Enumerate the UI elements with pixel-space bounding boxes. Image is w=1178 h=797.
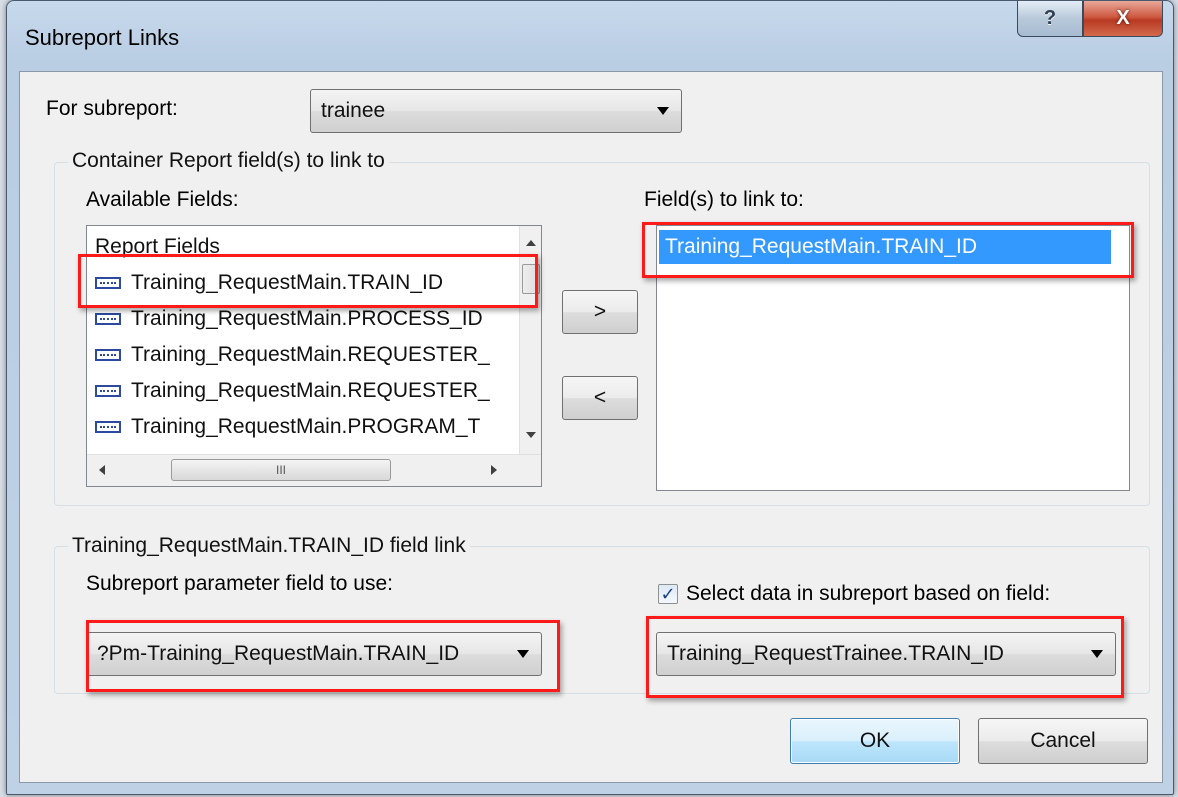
scroll-grip-icon: III bbox=[275, 463, 286, 477]
field-icon bbox=[95, 385, 121, 397]
remove-link-button[interactable]: < bbox=[562, 376, 638, 420]
subreport-links-dialog: Subreport Links ? X For subreport: train… bbox=[6, 0, 1174, 795]
select-data-label: Select data in subreport based on field: bbox=[686, 582, 1051, 605]
subreport-select-value: trainee bbox=[321, 99, 386, 122]
help-icon: ? bbox=[1043, 7, 1057, 29]
list-item-label: Training_RequestMain.REQUESTER_ bbox=[131, 379, 490, 402]
help-button[interactable]: ? bbox=[1017, 1, 1083, 37]
highlight-box-available-item bbox=[78, 254, 538, 308]
field-link-legend: Training_RequestMain.TRAIN_ID field link bbox=[68, 534, 470, 558]
horizontal-scroll-thumb[interactable]: III bbox=[171, 459, 391, 481]
field-icon bbox=[95, 349, 121, 361]
close-icon: X bbox=[1116, 7, 1130, 29]
dialog-body: For subreport: trainee Container Report … bbox=[19, 71, 1163, 783]
list-item-label: Training_RequestMain.PROGRAM_T bbox=[131, 415, 481, 438]
list-item-label: Training_RequestMain.PROCESS_ID bbox=[131, 307, 483, 330]
list-item[interactable]: Training_RequestMain.PROGRAM_T bbox=[91, 410, 480, 444]
horizontal-scrollbar[interactable]: III bbox=[87, 454, 541, 486]
scroll-down-icon[interactable] bbox=[526, 432, 536, 438]
window-title: Subreport Links bbox=[25, 25, 180, 50]
list-item-label: Training_RequestMain.REQUESTER_ bbox=[131, 343, 490, 366]
highlight-box-param-field bbox=[86, 620, 560, 692]
container-group-legend: Container Report field(s) to link to bbox=[68, 149, 389, 173]
highlight-box-linked-field bbox=[642, 222, 1134, 278]
scroll-left-icon[interactable] bbox=[99, 465, 105, 475]
param-field-label: Subreport parameter field to use: bbox=[86, 572, 394, 595]
close-button[interactable]: X bbox=[1083, 1, 1163, 37]
add-link-button[interactable]: > bbox=[562, 290, 638, 334]
highlight-box-subreport-field bbox=[646, 616, 1124, 698]
subreport-select[interactable]: trainee bbox=[310, 89, 682, 133]
linked-fields-label: Field(s) to link to: bbox=[644, 188, 804, 211]
field-icon bbox=[95, 313, 121, 325]
select-data-checkbox[interactable]: ✓ bbox=[658, 584, 678, 604]
field-icon bbox=[95, 421, 121, 433]
list-item[interactable]: Training_RequestMain.REQUESTER_ bbox=[91, 374, 490, 408]
scroll-up-icon[interactable] bbox=[526, 240, 536, 246]
chevron-down-icon bbox=[657, 107, 669, 115]
ok-button[interactable]: OK bbox=[790, 718, 960, 764]
title-bar[interactable]: Subreport Links ? X bbox=[7, 1, 1173, 71]
for-subreport-label: For subreport: bbox=[46, 97, 178, 120]
scroll-right-icon[interactable] bbox=[491, 465, 497, 475]
available-fields-label: Available Fields: bbox=[86, 188, 239, 211]
cancel-button[interactable]: Cancel bbox=[978, 718, 1148, 764]
list-item[interactable]: Training_RequestMain.REQUESTER_ bbox=[91, 338, 490, 372]
